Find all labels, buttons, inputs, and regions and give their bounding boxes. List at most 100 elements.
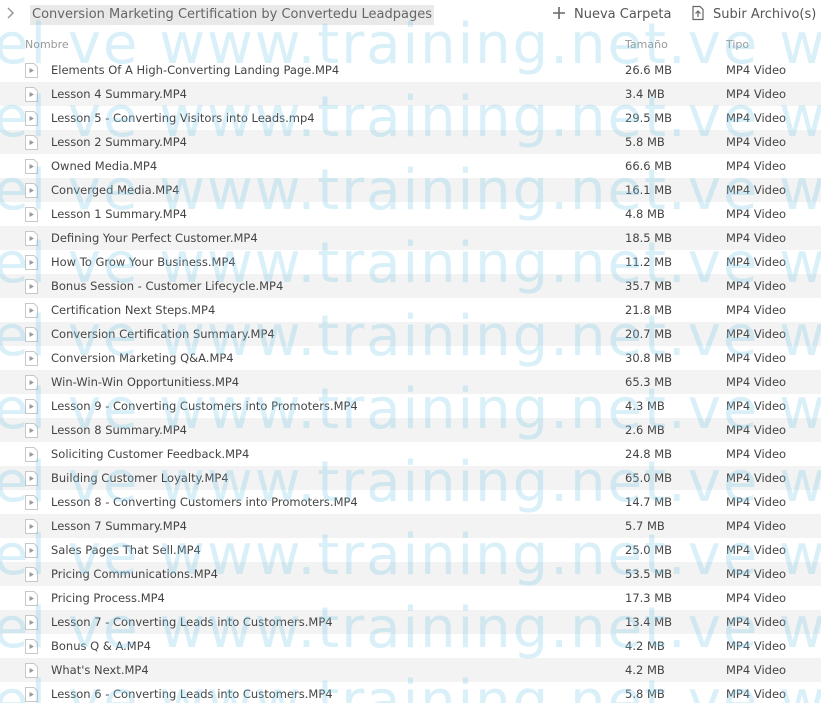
file-row[interactable]: Certification Next Steps.MP4 21.8 MB MP4 V…	[0, 298, 821, 322]
video-file-icon	[25, 111, 38, 126]
upload-files-button[interactable]: Subir Archivo(s)	[690, 5, 816, 25]
upload-icon	[690, 5, 706, 21]
file-row[interactable]: Lesson 7 - Converting Leads into Custome…	[0, 610, 821, 634]
file-name: Pricing Process.MP4	[51, 591, 165, 605]
file-name: Lesson 9 - Converting Customers into Pro…	[51, 399, 358, 413]
new-folder-button[interactable]: Nueva Carpeta	[551, 5, 671, 25]
file-type: MP4 Video	[726, 663, 787, 677]
video-file-icon	[25, 591, 38, 606]
breadcrumb-current[interactable]: Conversion Marketing Certification by Co…	[30, 5, 434, 25]
video-file-icon	[25, 87, 38, 102]
column-header-size[interactable]: Tamaño	[625, 38, 668, 51]
file-name: Lesson 8 Summary.MP4	[51, 423, 187, 437]
file-name: Lesson 5 - Converting Visitors into Lead…	[51, 111, 315, 125]
file-type: MP4 Video	[726, 495, 787, 509]
file-row[interactable]: Elements Of A High-Converting Landing Pa…	[0, 58, 821, 82]
file-row[interactable]: How To Grow Your Business.MP4 11.2 MB MP4 …	[0, 250, 821, 274]
file-type: MP4 Video	[726, 327, 787, 341]
video-file-icon	[25, 63, 38, 78]
file-type: MP4 Video	[726, 255, 787, 269]
file-size: 66.6 MB	[625, 159, 673, 173]
file-row[interactable]: Bonus Q & A.MP4 4.2 MB MP4 Video	[0, 634, 821, 658]
file-name: Owned Media.MP4	[51, 159, 158, 173]
video-file-icon	[25, 399, 38, 414]
video-file-icon	[25, 567, 38, 582]
video-file-icon	[25, 519, 38, 534]
file-row[interactable]: Lesson 1 Summary.MP4 4.8 MB MP4 Video	[0, 202, 821, 226]
file-row[interactable]: Lesson 8 Summary.MP4 2.6 MB MP4 Video	[0, 418, 821, 442]
file-name: What's Next.MP4	[51, 663, 149, 677]
video-file-icon	[25, 471, 38, 486]
file-name: Lesson 4 Summary.MP4	[51, 87, 187, 101]
file-row[interactable]: Conversion Marketing Q&A.MP4 30.8 MB MP4 V…	[0, 346, 821, 370]
video-file-icon	[25, 687, 38, 702]
file-size: 2.6 MB	[625, 423, 665, 437]
file-row[interactable]: Lesson 2 Summary.MP4 5.8 MB MP4 Video	[0, 130, 821, 154]
file-size: 13.4 MB	[625, 615, 673, 629]
column-header-name[interactable]: Nombre	[25, 38, 69, 51]
file-name: Pricing Communications.MP4	[51, 567, 218, 581]
chevron-right-icon[interactable]	[6, 6, 18, 22]
file-type: MP4 Video	[726, 207, 787, 221]
file-type: MP4 Video	[726, 111, 787, 125]
file-type: MP4 Video	[726, 519, 787, 533]
file-row[interactable]: Win-Win-Win Opportunitiess.MP4 65.3 MB MP4…	[0, 370, 821, 394]
file-name: Lesson 7 - Converting Leads into Custome…	[51, 615, 333, 629]
file-type: MP4 Video	[726, 615, 787, 629]
file-size: 4.8 MB	[625, 207, 665, 221]
file-name: Certification Next Steps.MP4	[51, 303, 216, 317]
column-header-type[interactable]: Tipo	[726, 38, 749, 51]
file-name: Lesson 8 - Converting Customers into Pro…	[51, 495, 358, 509]
file-row[interactable]: Converged Media.MP4 16.1 MB MP4 Video	[0, 178, 821, 202]
file-size: 35.7 MB	[625, 279, 673, 293]
video-file-icon	[25, 351, 38, 366]
file-size: 5.7 MB	[625, 519, 665, 533]
file-type: MP4 Video	[726, 591, 787, 605]
file-type: MP4 Video	[726, 351, 787, 365]
file-size: 21.8 MB	[625, 303, 673, 317]
file-row[interactable]: Lesson 5 - Converting Visitors into Lead…	[0, 106, 821, 130]
file-size: 4.3 MB	[625, 399, 665, 413]
file-size: 3.4 MB	[625, 87, 665, 101]
file-type: MP4 Video	[726, 183, 787, 197]
file-row[interactable]: Pricing Process.MP4 17.3 MB MP4 Video	[0, 586, 821, 610]
file-name: Soliciting Customer Feedback.MP4	[51, 447, 250, 461]
file-size: 5.8 MB	[625, 687, 665, 701]
upload-files-label: Subir Archivo(s)	[713, 7, 817, 22]
file-row[interactable]: Pricing Communications.MP4 53.5 MB MP4 Vid…	[0, 562, 821, 586]
toolbar: Conversion Marketing Certification by Co…	[0, 0, 821, 32]
video-file-icon	[25, 447, 38, 462]
video-file-icon	[25, 495, 38, 510]
file-row[interactable]: Defining Your Perfect Customer.MP4 18.5 M…	[0, 226, 821, 250]
file-size: 17.3 MB	[625, 591, 673, 605]
file-size: 5.8 MB	[625, 135, 665, 149]
file-row[interactable]: Building Customer Loyalty.MP4 65.0 MB MP4 …	[0, 466, 821, 490]
file-row[interactable]: Sales Pages That Sell.MP4 25.0 MB MP4 Vide…	[0, 538, 821, 562]
file-row[interactable]: Owned Media.MP4 66.6 MB MP4 Video	[0, 154, 821, 178]
file-name: Bonus Q & A.MP4	[51, 639, 151, 653]
file-row[interactable]: Lesson 6 - Converting Leads into Custome…	[0, 682, 821, 706]
file-name: Win-Win-Win Opportunitiess.MP4	[51, 375, 240, 389]
file-row[interactable]: Lesson 4 Summary.MP4 3.4 MB MP4 Video	[0, 82, 821, 106]
file-row[interactable]: Lesson 8 - Converting Customers into Pro…	[0, 490, 821, 514]
file-size: 65.0 MB	[625, 471, 673, 485]
file-type: MP4 Video	[726, 159, 787, 173]
file-type: MP4 Video	[726, 639, 787, 653]
file-size: 26.6 MB	[625, 63, 673, 77]
file-type: MP4 Video	[726, 279, 787, 293]
video-file-icon	[25, 183, 38, 198]
file-size: 65.3 MB	[625, 375, 673, 389]
video-file-icon	[25, 303, 38, 318]
file-row[interactable]: Lesson 9 - Converting Customers into Pro…	[0, 394, 821, 418]
file-name: Building Customer Loyalty.MP4	[51, 471, 229, 485]
file-size: 16.1 MB	[625, 183, 673, 197]
file-row[interactable]: Conversion Certification Summary.MP4 20.7…	[0, 322, 821, 346]
file-type: MP4 Video	[726, 543, 787, 557]
file-type: MP4 Video	[726, 447, 787, 461]
file-list: Elements Of A High-Converting Landing Pa…	[0, 58, 821, 706]
file-row[interactable]: Bonus Session - Customer Lifecycle.MP4 35…	[0, 274, 821, 298]
file-row[interactable]: Lesson 7 Summary.MP4 5.7 MB MP4 Video	[0, 514, 821, 538]
file-row[interactable]: What's Next.MP4 4.2 MB MP4 Video	[0, 658, 821, 682]
file-name: Conversion Certification Summary.MP4	[51, 327, 275, 341]
file-row[interactable]: Soliciting Customer Feedback.MP4 24.8 MB M…	[0, 442, 821, 466]
